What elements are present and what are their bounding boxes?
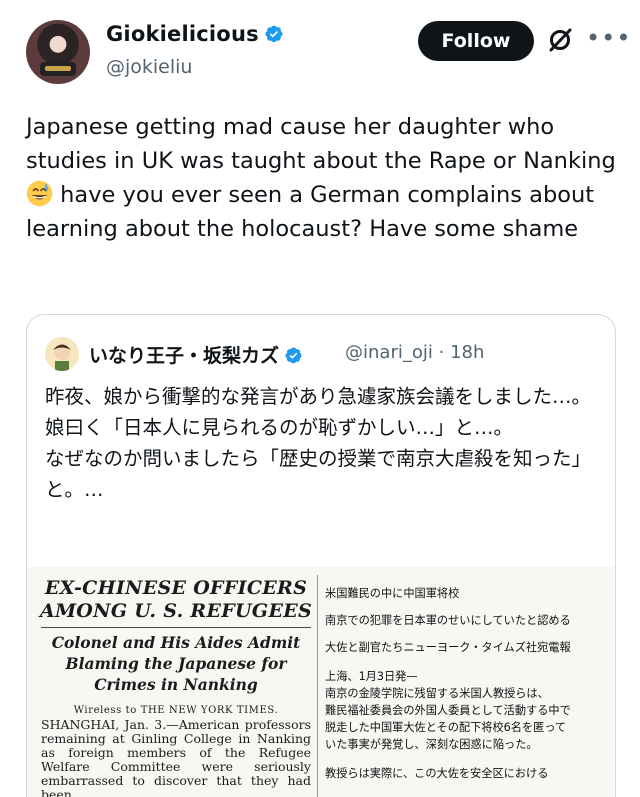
- tweet-body: Japanese getting mad cause her daughter …: [26, 110, 616, 246]
- quoted-line: 娘曰く「日本人に見られるのが恥ずかしい…」と…。: [45, 416, 514, 439]
- quoted-author-name: いなり王子・坂梨カズ: [89, 341, 303, 368]
- verified-badge-icon: [285, 347, 302, 364]
- quoted-author-name-text: いなり王子・坂梨カズ: [89, 345, 280, 367]
- quoted-tweet-meta: @inari_oji · 18h: [345, 342, 484, 363]
- author-display-name[interactable]: Giokielicious: [106, 22, 284, 46]
- quoted-tweet-text: 昨夜、娘から衝撃的な発言があり急遽家族会議をしました…。 娘曰く「日本人に見られ…: [45, 381, 605, 505]
- tweet-text-part2: have you ever seen a German complains ab…: [26, 182, 595, 242]
- quoted-author-handle: @inari_oji: [345, 342, 433, 363]
- clipping-column-divider: [317, 575, 318, 797]
- translation-line: 米国難民の中に中国軍将校: [325, 587, 460, 600]
- avatar-shirt-graphic: [40, 62, 76, 76]
- translation-line: 大佐と副官たちニューヨーク・タイムズ社宛電報: [325, 641, 571, 654]
- tweet-text-part1: Japanese getting mad cause her daughter …: [26, 114, 616, 174]
- clipping-divider: [41, 627, 311, 628]
- translation-line: 難民福祉委員会の外国人委員として活動する中で: [325, 704, 571, 717]
- clipping-original-column: EX-CHINESE OFFICERS AMONG U. S. REFUGEES…: [35, 577, 317, 797]
- author-avatar[interactable]: [26, 20, 90, 84]
- author-name-text: Giokielicious: [106, 22, 259, 46]
- clipping-headline: EX-CHINESE OFFICERS AMONG U. S. REFUGEES: [39, 577, 313, 622]
- quoted-tweet-card[interactable]: いなり王子・坂梨カズ @inari_oji · 18h 昨夜、娘から衝撃的な発言…: [26, 314, 616, 797]
- quoted-author-avatar: [45, 337, 79, 371]
- translation-paragraph: 上海、1月3日発— 南京の金陵学院に残留する米国人教授らは、 難民福祉委員会の外…: [325, 668, 613, 753]
- author-handle[interactable]: @jokieliu: [106, 56, 192, 78]
- newspaper-clipping-image[interactable]: EX-CHINESE OFFICERS AMONG U. S. REFUGEES…: [27, 567, 615, 797]
- anime-avatar-illustration-icon: [45, 337, 79, 371]
- meta-separator: ·: [438, 342, 445, 363]
- translation-line: いた事実が発覚し、深刻な困惑に陥った。: [325, 738, 538, 751]
- grok-icon[interactable]: [546, 26, 574, 54]
- translation-line: 南京の金陵学院に残留する米国人教授らは、: [325, 687, 549, 700]
- grinning-sweat-emoji-icon: [26, 180, 53, 207]
- quoted-line: なぜなのか問いましたら「歴史の授業で南京大虐殺を知った」と。…: [45, 447, 592, 501]
- clipping-translation-column: 米国難民の中に中国軍将校 南京での犯罪を日本軍のせいにしていたと認める 大佐と副…: [325, 585, 613, 782]
- clipping-body: SHANGHAI, Jan. 3.—American professors re…: [41, 717, 311, 797]
- more-options-icon[interactable]: •••: [586, 24, 631, 52]
- quoted-line: 昨夜、娘から衝撃的な発言があり急遽家族会議をしました…。: [45, 385, 592, 408]
- translation-line: 教授らは実際に、この大佐を安全区における: [325, 767, 549, 780]
- clipping-wire-credit: Wireless to THE NEW YORK TIMES.: [73, 705, 279, 716]
- quoted-tweet-time: 18h: [450, 342, 485, 363]
- clipping-subhead: Colonel and His Aides Admit Blaming the …: [51, 633, 301, 694]
- translation-line: 南京での犯罪を日本軍のせいにしていたと認める: [325, 614, 571, 627]
- translation-line: 上海、1月3日発—: [325, 670, 418, 683]
- verified-badge-icon: [265, 25, 283, 43]
- tweet-header: Giokielicious @jokieliu Follow •••: [26, 18, 630, 84]
- follow-button[interactable]: Follow: [418, 21, 534, 61]
- translation-line: 脱走した中国軍大佐とその配下将校6名を匿って: [325, 721, 567, 734]
